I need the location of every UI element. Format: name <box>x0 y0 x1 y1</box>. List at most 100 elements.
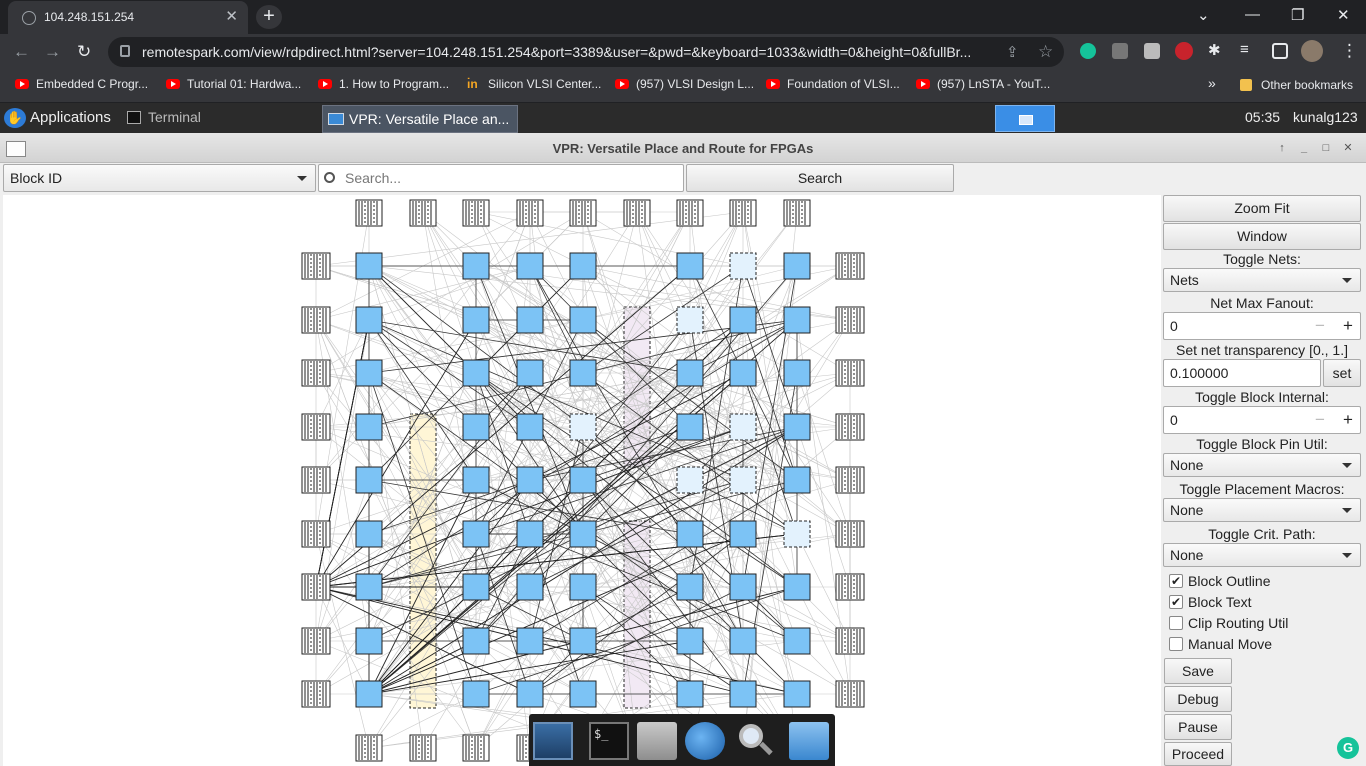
chevron-down-icon[interactable]: ⌄ <box>1197 6 1210 24</box>
logic-block <box>729 680 757 708</box>
more-bookmarks-button[interactable]: » <box>1208 75 1216 93</box>
checkbox-icon[interactable]: ✔ <box>1169 574 1183 588</box>
browser-tab-bar: 104.248.151.254 ✕ + ⌄ — ❐ ✕ <box>0 0 1366 34</box>
applications-menu[interactable]: ✋ Applications <box>4 107 111 129</box>
fpga-canvas[interactable] <box>3 195 1161 766</box>
adblock-icon[interactable] <box>1175 42 1193 60</box>
close-icon[interactable]: ✕ <box>1341 141 1355 155</box>
block-outline-checkbox[interactable]: ✔ Block Outline <box>1167 572 1357 592</box>
logic-block <box>729 306 757 334</box>
youtube-icon <box>916 79 930 89</box>
logic-block <box>516 413 544 441</box>
checkbox-icon[interactable] <box>1169 616 1183 630</box>
io-pad <box>409 199 437 227</box>
decrement-button[interactable]: − <box>1306 313 1334 341</box>
taskbar-terminal[interactable]: Terminal <box>124 107 314 129</box>
forward-icon[interactable]: → <box>44 42 61 62</box>
zoom-fit-button[interactable]: Zoom Fit <box>1163 195 1361 222</box>
bookmark-item[interactable]: Tutorial 01: Hardwa... <box>166 77 301 95</box>
increment-button[interactable]: + <box>1334 313 1362 341</box>
extension-r-icon[interactable] <box>1112 43 1128 59</box>
address-bar[interactable]: remotespark.com/view/rdpdirect.html?serv… <box>108 37 1064 67</box>
block-internal-field[interactable]: 0 − + <box>1163 406 1361 434</box>
checkbox-icon[interactable] <box>1169 637 1183 651</box>
pause-button[interactable]: Pause <box>1164 714 1232 740</box>
minimize-icon[interactable]: _ <box>1297 141 1311 155</box>
grammarly-icon[interactable] <box>1080 43 1096 59</box>
taskbar-vpr[interactable]: VPR: Versatile Place an... <box>322 105 518 133</box>
logic-block <box>569 466 597 494</box>
net-line <box>368 319 531 428</box>
puzzle-icon[interactable]: ✱ <box>1208 41 1224 59</box>
other-bookmarks[interactable]: Other bookmarks <box>1240 77 1353 95</box>
back-icon[interactable]: ← <box>13 42 30 62</box>
browser-tab[interactable]: 104.248.151.254 ✕ <box>8 1 248 34</box>
youtube-icon <box>166 79 180 89</box>
window-button[interactable]: Window <box>1163 223 1361 250</box>
net-max-fanout-field[interactable]: 0 − + <box>1163 312 1361 340</box>
share-icon[interactable]: ⇪ <box>1006 43 1019 61</box>
save-button[interactable]: Save <box>1164 658 1232 684</box>
bookmark-item[interactable]: ı̇n Silicon VLSI Center... <box>467 77 601 95</box>
net-transparency-field[interactable]: 0.100000 <box>1163 359 1321 387</box>
document-icon[interactable] <box>1144 43 1160 59</box>
web-browser-icon[interactable] <box>685 722 725 760</box>
username[interactable]: kunalg123 <box>1293 109 1358 125</box>
block-text-checkbox[interactable]: ✔ Block Text <box>1167 593 1357 613</box>
manual-move-checkbox[interactable]: Manual Move <box>1167 635 1357 655</box>
close-tab-icon[interactable]: ✕ <box>225 7 238 25</box>
search-input[interactable]: Search... <box>318 164 684 192</box>
logic-block <box>516 680 544 708</box>
bookmark-item[interactable]: 1. How to Program... <box>318 77 449 95</box>
checkbox-icon[interactable]: ✔ <box>1169 595 1183 609</box>
debug-button[interactable]: Debug <box>1164 686 1232 712</box>
logic-block <box>516 627 544 655</box>
logic-block <box>676 466 704 494</box>
maximize-icon[interactable]: □ <box>1319 141 1333 155</box>
logic-block <box>676 520 704 548</box>
logic-block <box>676 627 704 655</box>
menu-icon[interactable]: ⋮ <box>1341 41 1358 61</box>
side-panel-icon[interactable] <box>1272 43 1288 59</box>
io-pad <box>783 199 811 227</box>
crit-path-select[interactable]: None <box>1163 543 1361 567</box>
clip-routing-util-checkbox[interactable]: Clip Routing Util <box>1167 614 1357 634</box>
io-pad <box>676 199 704 227</box>
desktop-icon[interactable] <box>533 722 573 760</box>
reload-icon[interactable]: ↻ <box>77 42 91 62</box>
placement-macros-select[interactable]: None <box>1163 498 1361 522</box>
restore-icon[interactable]: ❐ <box>1291 6 1304 24</box>
grammarly-icon[interactable]: G <box>1337 737 1359 759</box>
window-menu-icon[interactable] <box>6 141 26 157</box>
search-button[interactable]: Search <box>686 164 954 192</box>
proceed-button[interactable]: Proceed <box>1164 742 1232 766</box>
logic-block <box>783 306 811 334</box>
new-tab-button[interactable]: + <box>256 5 282 29</box>
home-folder-icon[interactable] <box>637 722 677 760</box>
bookmark-item[interactable]: (957) VLSI Design L... <box>615 77 754 95</box>
close-window-icon[interactable]: ✕ <box>1337 6 1350 24</box>
terminal-icon[interactable]: $_ <box>589 722 629 760</box>
bookmark-item[interactable]: Foundation of VLSI... <box>766 77 900 95</box>
minimize-icon[interactable]: — <box>1245 6 1260 23</box>
search-icon[interactable] <box>735 722 775 760</box>
logic-block <box>676 573 704 601</box>
set-transparency-button[interactable]: set <box>1323 359 1361 387</box>
bookmark-item[interactable]: (957) LnSTA - YouT... <box>916 77 1050 95</box>
search-type-select[interactable]: Block ID <box>3 164 316 192</box>
vpr-window: VPR: Versatile Place and Route for FPGAs… <box>0 133 1366 766</box>
file-manager-icon[interactable] <box>789 722 829 760</box>
chevron-down-icon <box>1342 508 1352 513</box>
avatar[interactable] <box>1301 40 1323 62</box>
toggle-nets-select[interactable]: Nets <box>1163 268 1361 292</box>
increment-button[interactable]: + <box>1334 407 1362 435</box>
bookmark-item[interactable]: Embedded C Progr... <box>15 77 148 95</box>
workspace-switcher[interactable] <box>995 105 1055 132</box>
logic-block <box>676 359 704 387</box>
shade-icon[interactable]: ↑ <box>1275 141 1289 155</box>
block-pin-util-select[interactable]: None <box>1163 453 1361 477</box>
decrement-button[interactable]: − <box>1306 407 1334 435</box>
bookmark-star-icon[interactable]: ☆ <box>1038 42 1053 62</box>
logic-block <box>355 573 383 601</box>
media-icon[interactable]: ≡ <box>1240 41 1256 58</box>
